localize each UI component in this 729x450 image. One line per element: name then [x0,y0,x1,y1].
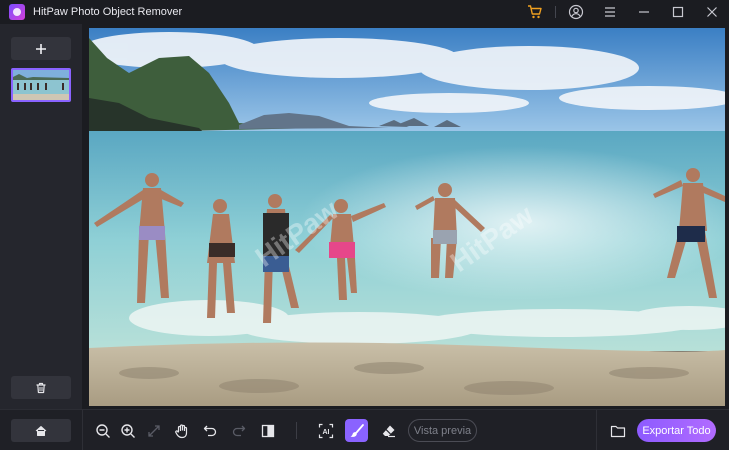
ai-select-icon: AI [318,423,333,438]
bottom-toolbar: AI Vista previa Exportar Todo [0,409,729,450]
brush-icon [350,423,364,437]
trash-icon [36,382,46,393]
close-button[interactable] [695,0,729,24]
hand-icon [174,423,187,438]
eraser-tool-button[interactable] [377,419,400,442]
export-all-button[interactable]: Exportar Todo [637,419,716,442]
user-icon [568,4,584,20]
redo-icon [232,425,245,436]
title-bar: HitPaw Photo Object Remover [0,0,729,24]
cart-icon [528,5,542,19]
minimize-button[interactable] [627,0,661,24]
open-folder-button[interactable] [606,419,629,442]
folder-icon [610,425,625,437]
ai-select-button[interactable]: AI [314,419,337,442]
zoom-in-icon [120,423,135,438]
zoom-in-button[interactable] [116,419,139,442]
zoom-out-button[interactable] [91,419,114,442]
zoom-out-icon [95,423,110,438]
close-icon [707,7,717,17]
svg-text:AI: AI [322,429,329,436]
preview-button[interactable]: Vista previa [408,419,477,442]
cart-button[interactable] [518,0,552,24]
account-button[interactable] [559,0,593,24]
delete-image-button[interactable] [11,376,71,399]
minimize-icon [639,11,649,13]
thumbnail-preview [13,70,69,100]
add-image-button[interactable] [11,37,71,60]
home-icon [35,425,47,436]
canvas-area[interactable]: HitPaw HitPaw [82,24,729,409]
compare-button[interactable] [256,419,279,442]
fit-screen-icon [147,424,160,437]
home-button[interactable] [11,419,71,442]
title-actions [518,0,729,24]
eraser-icon [382,425,395,437]
title-separator [555,6,556,18]
menu-button[interactable] [593,0,627,24]
hand-tool-button[interactable] [170,419,193,442]
edited-photo[interactable]: HitPaw HitPaw [89,28,725,406]
sidebar [0,24,82,409]
compare-icon [261,424,274,437]
app-logo [9,4,25,20]
undo-icon [203,425,216,436]
undo-button[interactable] [198,419,221,442]
right-divider [596,410,597,450]
beach-photo: HitPaw HitPaw [89,28,725,406]
redo-button[interactable] [227,419,250,442]
maximize-button[interactable] [661,0,695,24]
app-title: HitPaw Photo Object Remover [33,6,183,18]
image-thumbnail[interactable] [11,68,71,102]
brush-tool-button[interactable] [345,419,368,442]
menu-icon [605,7,615,17]
plus-icon [36,43,46,54]
maximize-icon [672,6,684,18]
sidebar-divider [82,410,83,450]
fit-screen-button[interactable] [142,419,165,442]
toolbar-separator [296,422,297,439]
